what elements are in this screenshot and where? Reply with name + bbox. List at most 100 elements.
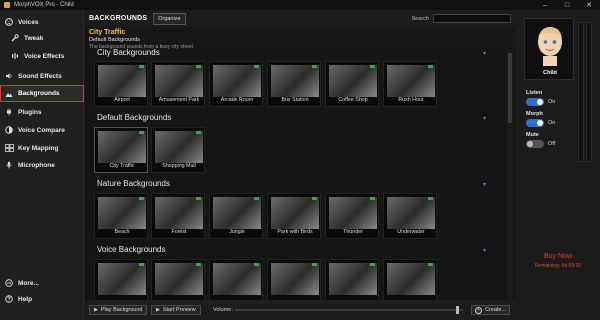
background-tile[interactable]: Bus Station bbox=[267, 61, 321, 107]
sidebar-item-sound-effects[interactable]: Sound Effects bbox=[0, 68, 84, 84]
sidebar-item-label: Sound Effects bbox=[18, 72, 62, 80]
chevron-down-icon[interactable]: ▾ bbox=[483, 115, 486, 122]
background-tile[interactable]: Shopping Mall bbox=[151, 127, 205, 173]
scrollbar[interactable] bbox=[507, 49, 513, 300]
microphone-icon bbox=[2, 161, 16, 169]
thumbnail bbox=[155, 65, 203, 97]
thumbnail bbox=[387, 263, 435, 295]
volume-slider[interactable] bbox=[235, 309, 463, 311]
app-icon bbox=[4, 2, 10, 8]
tile-label: Thunder bbox=[343, 229, 363, 235]
tile-label: Forest bbox=[171, 229, 187, 235]
play-icon: ▶ bbox=[156, 307, 160, 313]
tile-label: Jungle bbox=[229, 229, 245, 235]
minimize-button[interactable]: – bbox=[534, 0, 556, 10]
background-tile[interactable] bbox=[94, 259, 148, 300]
sidebar-item-voice-compare[interactable]: Voice Compare bbox=[0, 122, 84, 138]
sidebar-item-voices[interactable]: Voices bbox=[0, 14, 84, 30]
installed-badge-icon bbox=[196, 65, 201, 68]
organize-button[interactable]: Organize bbox=[153, 12, 186, 25]
background-tile[interactable] bbox=[325, 259, 379, 300]
volume-slider-handle[interactable] bbox=[456, 306, 459, 314]
sidebar-item-key-mapping[interactable]: Key Mapping bbox=[0, 140, 84, 156]
maximize-button[interactable]: □ bbox=[556, 0, 578, 10]
sidebar-item-label: Voice Compare bbox=[18, 126, 65, 134]
installed-badge-icon bbox=[428, 65, 433, 68]
background-tile-selected[interactable]: City Traffic bbox=[94, 127, 148, 173]
wrench-icon bbox=[8, 34, 22, 42]
installed-badge-icon bbox=[254, 263, 259, 266]
sidebar-item-microphone[interactable]: Microphone bbox=[0, 157, 84, 173]
mute-toggle[interactable] bbox=[526, 140, 544, 148]
compare-icon bbox=[2, 126, 16, 134]
help-icon bbox=[2, 295, 16, 303]
start-preview-button[interactable]: ▶ Start Preview bbox=[151, 305, 201, 315]
section-title: Default Backgrounds bbox=[97, 113, 172, 122]
tile-label: Arcade Room bbox=[220, 97, 254, 103]
background-tile[interactable] bbox=[151, 259, 205, 300]
sidebar-item-label: Voices bbox=[18, 18, 39, 26]
buy-now-link[interactable]: Buy Now bbox=[516, 253, 600, 260]
chevron-down-icon[interactable]: ▾ bbox=[483, 181, 486, 188]
selected-title: City Traffic bbox=[89, 29, 126, 36]
tile-label: Beach bbox=[114, 229, 130, 235]
child-avatar-icon bbox=[538, 27, 562, 66]
background-tile[interactable]: Coffee Shop bbox=[325, 61, 379, 107]
background-tile[interactable]: Underwater bbox=[383, 193, 437, 239]
thumbnail bbox=[98, 197, 146, 229]
thumbnail bbox=[329, 263, 377, 295]
chevron-down-icon[interactable]: ▾ bbox=[483, 50, 486, 57]
background-tile[interactable]: Forest bbox=[151, 193, 205, 239]
toggle-knob bbox=[537, 99, 543, 105]
tile-label: Shopping Mall bbox=[162, 163, 196, 169]
listen-toggle[interactable] bbox=[526, 98, 544, 106]
sidebar-item-label: More... bbox=[18, 279, 39, 287]
search-input[interactable] bbox=[433, 14, 511, 23]
thumbnail bbox=[213, 65, 261, 97]
installed-badge-icon bbox=[428, 263, 433, 266]
background-tile[interactable] bbox=[209, 259, 263, 300]
background-tile[interactable]: Rush Hour bbox=[383, 61, 437, 107]
sidebar-item-help[interactable]: Help bbox=[0, 291, 84, 307]
tile-label: Rush Hour bbox=[398, 97, 424, 103]
keyboard-icon bbox=[2, 144, 16, 152]
background-tile[interactable] bbox=[267, 259, 321, 300]
sidebar-item-label: Key Mapping bbox=[18, 144, 59, 152]
background-tile[interactable]: Beach bbox=[94, 193, 148, 239]
installed-badge-icon bbox=[139, 263, 144, 266]
chevron-down-icon[interactable]: ▾ bbox=[483, 247, 486, 254]
installed-badge-icon bbox=[312, 197, 317, 200]
button-label: Start Preview bbox=[162, 307, 196, 313]
scrollbar-thumb[interactable] bbox=[508, 53, 512, 123]
sidebar-item-tweak[interactable]: Tweak bbox=[0, 30, 84, 46]
background-tile[interactable]: Airport bbox=[94, 61, 148, 107]
sidebar-item-label: Plugins bbox=[18, 108, 42, 116]
background-tile[interactable]: Amusement Park bbox=[151, 61, 205, 107]
current-voice-card[interactable]: Child bbox=[524, 18, 574, 80]
sidebar-item-backgrounds[interactable]: Backgrounds bbox=[0, 85, 84, 102]
background-tile[interactable]: Arcade Room bbox=[209, 61, 263, 107]
installed-badge-icon bbox=[196, 263, 201, 266]
installed-badge-icon bbox=[312, 65, 317, 68]
background-tile[interactable]: Park with Birds bbox=[267, 193, 321, 239]
sidebar-item-plugins[interactable]: Plugins bbox=[0, 104, 84, 120]
morph-toggle[interactable] bbox=[526, 119, 544, 127]
sidebar-item-more[interactable]: More... bbox=[0, 275, 84, 291]
background-tile[interactable]: Jungle bbox=[209, 193, 263, 239]
title-bar: MorphVOX Pro - Child – □ ✕ bbox=[0, 0, 600, 10]
thumbnail bbox=[213, 263, 261, 295]
close-button[interactable]: ✕ bbox=[578, 0, 600, 10]
button-label: Play Background bbox=[100, 307, 143, 313]
background-tile[interactable]: Thunder bbox=[325, 193, 379, 239]
tile-label: Bus Station bbox=[281, 97, 309, 103]
thumbnail bbox=[155, 197, 203, 229]
background-tile[interactable] bbox=[383, 259, 437, 300]
thumbnail bbox=[329, 65, 377, 97]
create-button[interactable]: + Create... bbox=[471, 305, 511, 315]
play-background-button[interactable]: ▶ Play Background bbox=[89, 305, 148, 315]
window-controls: – □ ✕ bbox=[534, 0, 600, 10]
thumbnail bbox=[329, 197, 377, 229]
sidebar-item-voice-effects[interactable]: Voice Effects bbox=[0, 48, 84, 64]
tile-label: Airport bbox=[114, 97, 130, 103]
input-level-meter bbox=[578, 22, 584, 162]
